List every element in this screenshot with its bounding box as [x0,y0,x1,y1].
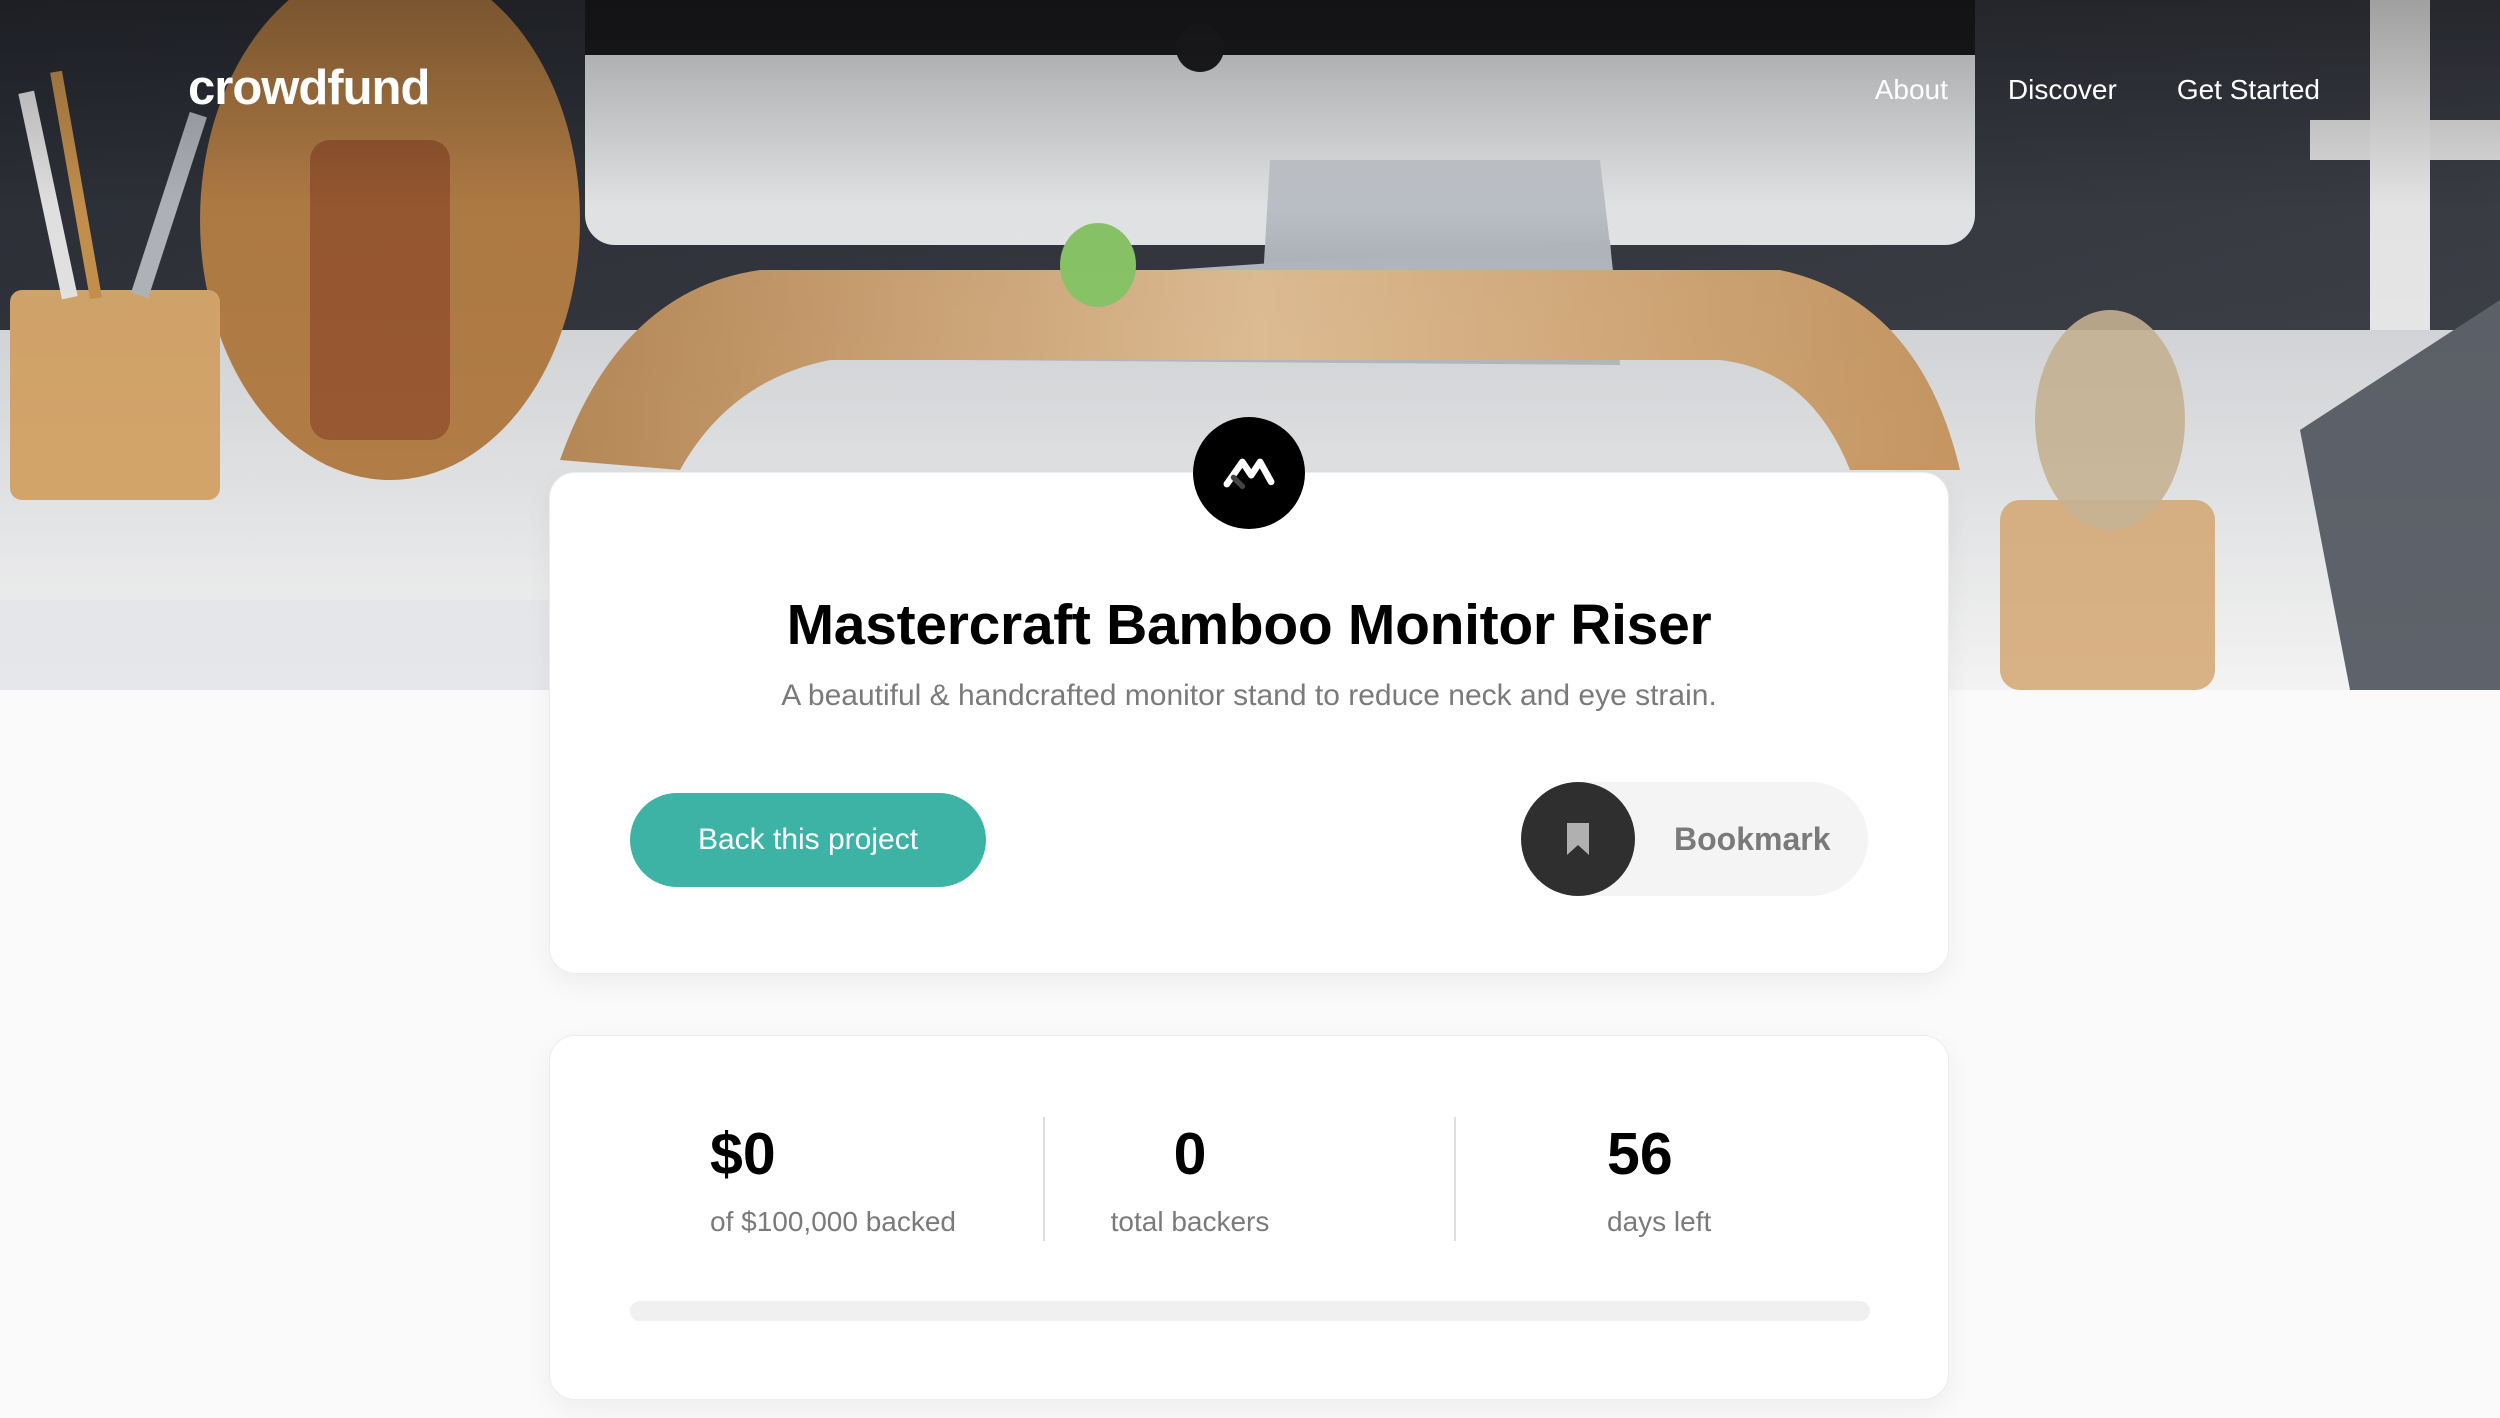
bookmark-icon-circle [1521,782,1635,896]
backers-caption: total backers [1110,1206,1270,1237]
backers-count: 0 [1173,1121,1207,1187]
days-left-count: 56 [1607,1121,1673,1187]
mastercraft-logo-icon [1193,417,1305,529]
site-logo[interactable]: crowdfund [188,58,430,118]
nav-get-started-link[interactable]: Get Started [2177,67,2320,113]
bookmark-icon [1567,823,1589,855]
bookmark-label: Bookmark [1674,821,1831,857]
mastercraft-logo-glyph [1223,458,1275,490]
project-title: Mastercraft Bamboo Monitor Riser [786,593,1712,657]
project-intro-card: Mastercraft Bamboo Monitor Riser A beaut… [549,472,1949,974]
backed-amount: $0 [710,1121,776,1187]
project-subtitle: A beautiful & handcrafted monitor stand … [781,679,1717,712]
back-project-button[interactable]: Back this project [630,793,986,887]
bookmark-button[interactable]: Bookmark [1521,782,1868,896]
stat-divider [1454,1117,1456,1241]
nav-about-link[interactable]: About [1875,67,1948,113]
project-stats-card: $0 of $100,000 backed 0 total backers 56… [549,1035,1949,1400]
nav-discover-link[interactable]: Discover [2008,67,2117,113]
backed-caption: of $100,000 backed [710,1206,956,1237]
days-left-caption: days left [1607,1206,1712,1237]
main-nav: About Discover Get Started [1875,67,2320,113]
funding-progress-bar [630,1301,1870,1321]
